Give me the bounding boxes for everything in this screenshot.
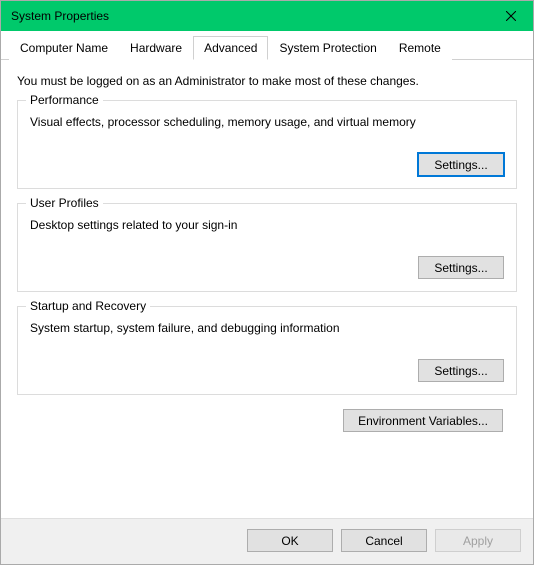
tab-computer-name[interactable]: Computer Name bbox=[9, 36, 119, 60]
group-startup-recovery-desc: System startup, system failure, and debu… bbox=[30, 321, 504, 335]
environment-variables-button[interactable]: Environment Variables... bbox=[343, 409, 503, 432]
performance-settings-button[interactable]: Settings... bbox=[418, 153, 504, 176]
tab-system-protection[interactable]: System Protection bbox=[268, 36, 387, 60]
group-user-profiles-title: User Profiles bbox=[26, 196, 103, 210]
group-startup-recovery: Startup and Recovery System startup, sys… bbox=[17, 306, 517, 395]
window-title: System Properties bbox=[11, 9, 109, 23]
close-button[interactable] bbox=[488, 1, 533, 31]
close-icon bbox=[506, 11, 516, 21]
user-profiles-settings-button[interactable]: Settings... bbox=[418, 256, 504, 279]
group-performance: Performance Visual effects, processor sc… bbox=[17, 100, 517, 189]
tab-content-advanced: You must be logged on as an Administrato… bbox=[1, 60, 533, 518]
tab-remote[interactable]: Remote bbox=[388, 36, 452, 60]
titlebar: System Properties bbox=[1, 1, 533, 31]
group-user-profiles: User Profiles Desktop settings related t… bbox=[17, 203, 517, 292]
dialog-footer: OK Cancel Apply bbox=[1, 518, 533, 564]
group-user-profiles-desc: Desktop settings related to your sign-in bbox=[30, 218, 504, 232]
startup-recovery-settings-button[interactable]: Settings... bbox=[418, 359, 504, 382]
tab-hardware[interactable]: Hardware bbox=[119, 36, 193, 60]
cancel-button[interactable]: Cancel bbox=[341, 529, 427, 552]
ok-button[interactable]: OK bbox=[247, 529, 333, 552]
intro-text: You must be logged on as an Administrato… bbox=[17, 74, 517, 88]
tab-strip: Computer Name Hardware Advanced System P… bbox=[1, 31, 533, 60]
group-startup-recovery-title: Startup and Recovery bbox=[26, 299, 150, 313]
tab-advanced[interactable]: Advanced bbox=[193, 36, 268, 60]
apply-button[interactable]: Apply bbox=[435, 529, 521, 552]
group-performance-title: Performance bbox=[26, 93, 103, 107]
group-performance-desc: Visual effects, processor scheduling, me… bbox=[30, 115, 504, 129]
